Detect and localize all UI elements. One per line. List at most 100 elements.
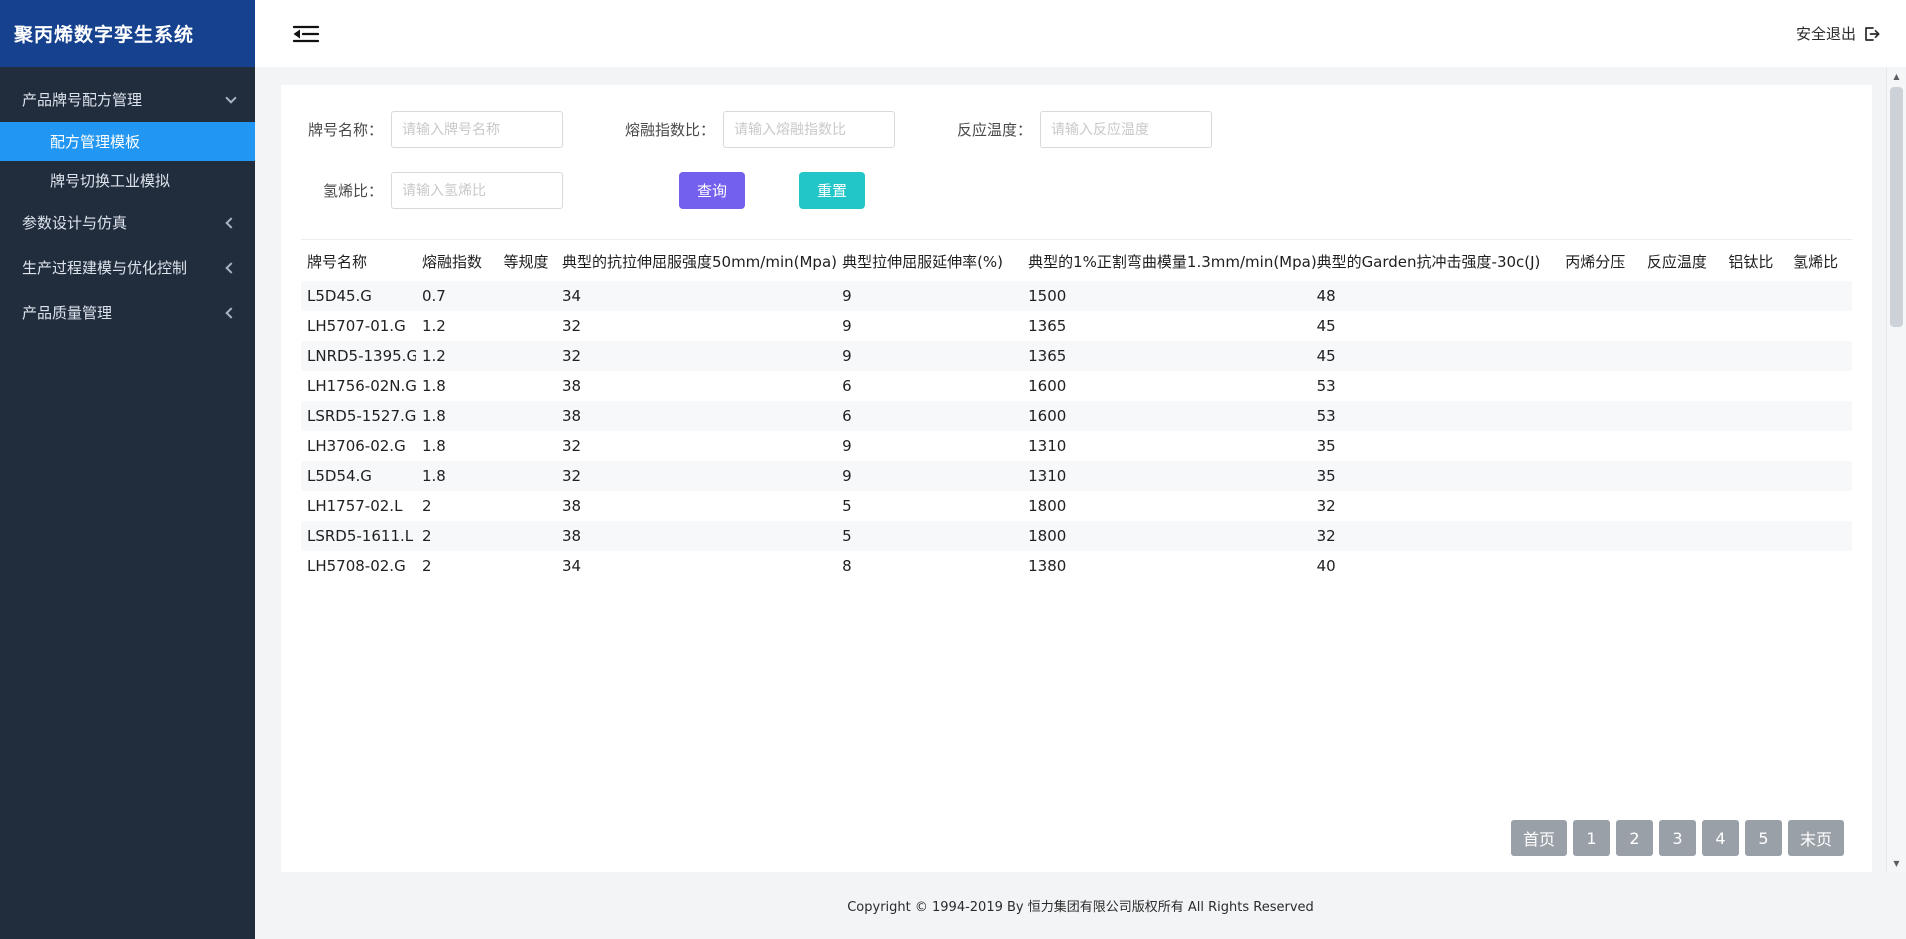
reaction-temp-input[interactable] (1040, 111, 1212, 148)
table-cell: 1365 (1022, 311, 1310, 341)
table-cell (1559, 551, 1641, 581)
table-cell: 38 (556, 371, 836, 401)
table-cell: 2 (416, 491, 498, 521)
column-header: 铝钛比 (1722, 240, 1787, 281)
sidebar-menu: 产品牌号配方管理配方管理模板牌号切换工业模拟参数设计与仿真生产过程建模与优化控制… (0, 67, 255, 335)
sidebar-item-recipe-template[interactable]: 配方管理模板 (0, 122, 255, 161)
hydrogen-ratio-input[interactable] (391, 172, 563, 209)
table-cell: 5 (836, 521, 1022, 551)
scroll-down-arrow[interactable]: ▼ (1887, 854, 1906, 872)
recipe-table-wrap: 牌号名称熔融指数等规度典型的抗拉伸屈服强度50mm/min(Mpa)典型拉伸屈服… (301, 239, 1852, 581)
table-cell (1722, 371, 1787, 401)
table-cell: 1365 (1022, 341, 1310, 371)
pagination-button-5[interactable]: 5 (1745, 820, 1782, 856)
table-cell: 32 (556, 341, 836, 371)
pagination-button-6[interactable]: 末页 (1788, 820, 1844, 856)
sidebar-item-parameter-design-simulation[interactable]: 参数设计与仿真 (0, 200, 255, 245)
table-row: LSRD5-1611.L2385180032 (301, 521, 1852, 551)
table-cell (1641, 311, 1723, 341)
reset-button[interactable]: 重置 (799, 172, 865, 209)
sidebar-item-label: 产品牌号配方管理 (22, 89, 142, 110)
table-cell (1559, 311, 1641, 341)
table-cell (1641, 341, 1723, 371)
recipe-table: 牌号名称熔融指数等规度典型的抗拉伸屈服强度50mm/min(Mpa)典型拉伸屈服… (301, 240, 1852, 581)
table-cell: 38 (556, 521, 836, 551)
scroll-up-arrow[interactable]: ▲ (1887, 67, 1906, 85)
melt-index-ratio-input[interactable] (723, 111, 895, 148)
table-cell (1722, 311, 1787, 341)
scrollbar-thumb[interactable] (1890, 87, 1903, 327)
footer: Copyright © 1994-2019 By 恒力集团有限公司版权所有 Al… (255, 872, 1906, 939)
table-cell: 9 (836, 281, 1022, 311)
table-cell (1787, 551, 1852, 581)
table-cell: 2 (416, 521, 498, 551)
sidebar-item-label: 产品质量管理 (22, 302, 112, 323)
scrollbar-track[interactable] (1887, 85, 1906, 854)
table-cell: 32 (556, 431, 836, 461)
table-cell (497, 431, 556, 461)
table-cell (497, 521, 556, 551)
table-cell: 53 (1311, 371, 1560, 401)
table-cell (497, 401, 556, 431)
sidebar-item-product-recipe-management[interactable]: 产品牌号配方管理 (0, 77, 255, 122)
table-cell: 0.7 (416, 281, 498, 311)
table-cell (1787, 341, 1852, 371)
table-cell: 9 (836, 431, 1022, 461)
table-cell (1722, 281, 1787, 311)
logout-button[interactable]: 安全退出 (1796, 23, 1880, 44)
table-cell: 32 (1311, 491, 1560, 521)
table-cell (1559, 461, 1641, 491)
table-cell (1559, 431, 1641, 461)
table-cell: 1.8 (416, 401, 498, 431)
hamburger-collapse-icon (291, 23, 321, 45)
table-cell (1787, 311, 1852, 341)
hydrogen-ratio-label: 氢烯比： (301, 180, 383, 201)
sidebar-item-brand-switch-simulation[interactable]: 牌号切换工业模拟 (0, 161, 255, 200)
table-cell: 32 (1311, 521, 1560, 551)
recipe-panel: 牌号名称： 熔融指数比： 反应温度： 氢烯比： (281, 85, 1872, 872)
pagination: 首页12345末页 (301, 810, 1852, 864)
table-cell: 9 (836, 341, 1022, 371)
topbar: 安全退出 (255, 0, 1906, 67)
table-cell: 1.2 (416, 311, 498, 341)
table-row: L5D54.G1.8329131035 (301, 461, 1852, 491)
table-header-row: 牌号名称熔融指数等规度典型的抗拉伸屈服强度50mm/min(Mpa)典型拉伸屈服… (301, 240, 1852, 281)
table-cell: LSRD5-1611.L (301, 521, 416, 551)
table-cell (1641, 371, 1723, 401)
table-cell (497, 281, 556, 311)
table-cell (1559, 281, 1641, 311)
sidebar-item-product-quality-management[interactable]: 产品质量管理 (0, 290, 255, 335)
pagination-button-4[interactable]: 4 (1702, 820, 1739, 856)
table-cell: 9 (836, 311, 1022, 341)
pagination-button-1[interactable]: 1 (1573, 820, 1610, 856)
vertical-scrollbar[interactable]: ▲ ▼ (1886, 67, 1906, 872)
filter-hydrogen-ratio: 氢烯比： (301, 172, 563, 209)
chevron-left-icon (225, 217, 236, 228)
table-cell (497, 371, 556, 401)
pagination-button-0[interactable]: 首页 (1511, 820, 1567, 856)
pagination-button-3[interactable]: 3 (1659, 820, 1696, 856)
brand-name-label: 牌号名称： (301, 119, 383, 140)
table-cell: LH1756-02N.G (301, 371, 416, 401)
table-row: LH1756-02N.G1.8386160053 (301, 371, 1852, 401)
table-cell (1787, 491, 1852, 521)
table-row: LH5707-01.G1.2329136545 (301, 311, 1852, 341)
table-cell: 1500 (1022, 281, 1310, 311)
chevron-left-icon (225, 307, 236, 318)
sidebar: 聚丙烯数字孪生系统 产品牌号配方管理配方管理模板牌号切换工业模拟参数设计与仿真生… (0, 0, 255, 939)
brand-name-input[interactable] (391, 111, 563, 148)
search-button[interactable]: 查询 (679, 172, 745, 209)
table-cell (1787, 431, 1852, 461)
table-cell: LH1757-02.L (301, 491, 416, 521)
table-cell: 2 (416, 551, 498, 581)
table-cell (1641, 491, 1723, 521)
sidebar-item-label: 参数设计与仿真 (22, 212, 127, 233)
sidebar-toggle-button[interactable] (291, 23, 321, 45)
pagination-button-2[interactable]: 2 (1616, 820, 1653, 856)
sidebar-item-production-modeling-control[interactable]: 生产过程建模与优化控制 (0, 245, 255, 290)
column-header: 典型的1%正割弯曲模量1.3mm/min(Mpa) (1022, 240, 1310, 281)
table-cell (1787, 461, 1852, 491)
filter-melt-index-ratio: 熔融指数比： (625, 111, 895, 148)
logout-icon (1863, 26, 1880, 42)
table-cell (1722, 521, 1787, 551)
